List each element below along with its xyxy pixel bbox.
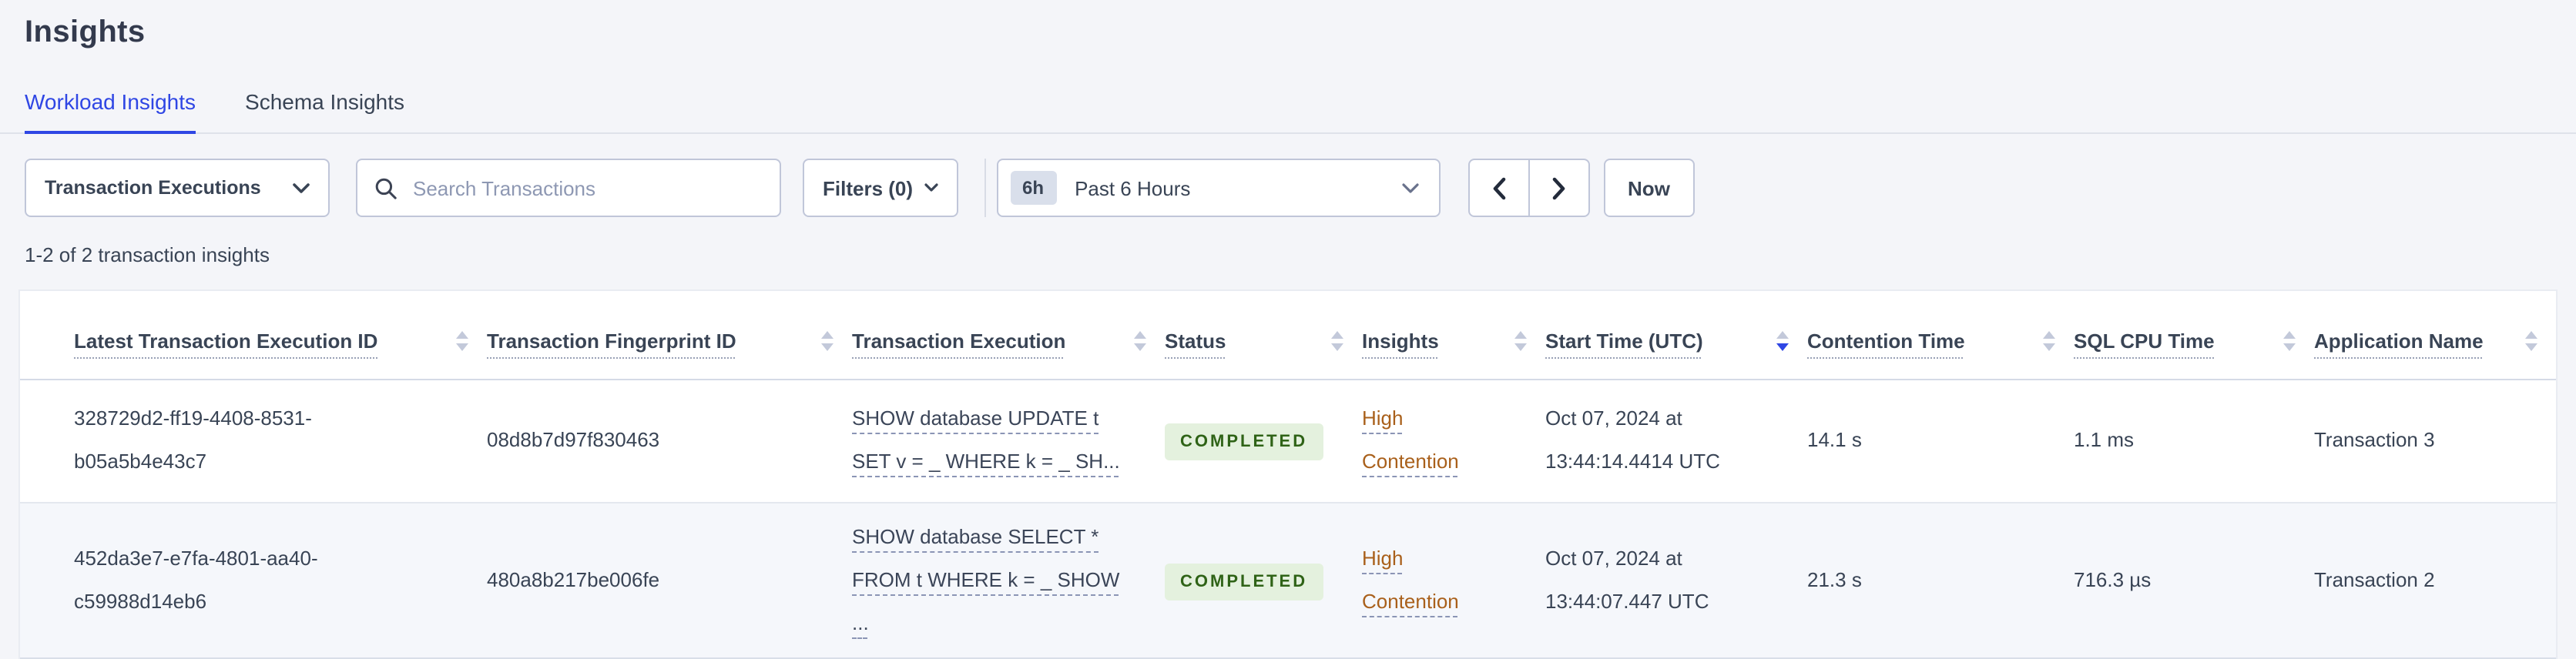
column-header-status[interactable]: Status <box>1165 291 1362 380</box>
application-name-cell: Transaction 3 <box>2314 428 2435 451</box>
latest-execution-id-cell: 328729d2-ff19-4408-8531-b05a5b4e43c7 <box>74 406 312 473</box>
now-button[interactable]: Now <box>1603 159 1695 217</box>
status-cell: COMPLETED <box>1165 502 1362 657</box>
fingerprint-id-cell: 480a8b217be006fe <box>487 567 660 590</box>
fingerprint-id-cell: 08d8b7d97f830463 <box>487 428 660 451</box>
latest-execution-id-cell: 452da3e7-e7fa-4801-aa40-c59988d14eb6 <box>74 546 318 612</box>
sql-cpu-time-cell: 1.1 ms <box>2074 428 2135 451</box>
transaction-execution-cell: SHOW database UPDATE t SET v = _ WHERE k… <box>852 379 1165 502</box>
sort-arrows-icon <box>1134 330 1146 351</box>
transaction-execution-cell: SHOW database SELECT * FROM t WHERE k = … <box>852 502 1165 657</box>
sql-cpu-time-cell: 716.3 µs <box>2074 567 2152 590</box>
status-cell: COMPLETED <box>1165 379 1362 502</box>
toolbar: Transaction Executions Filters (0) <box>25 159 2551 217</box>
transaction-execution-link[interactable]: SHOW database SELECT * FROM t WHERE k = … <box>852 524 1119 634</box>
filters-button[interactable]: Filters (0) <box>803 159 958 217</box>
sort-arrows-icon <box>2283 330 2296 351</box>
time-range-label: Past 6 Hours <box>1075 176 1191 199</box>
transaction-execution-link[interactable]: SHOW database UPDATE t SET v = _ WHERE k… <box>852 406 1120 473</box>
chevron-right-icon <box>1551 176 1566 199</box>
time-range-picker[interactable]: 6h Past 6 Hours <box>996 159 1441 217</box>
previous-time-range-button[interactable] <box>1467 159 1530 217</box>
filters-button-label: Filters (0) <box>823 176 914 199</box>
execution-type-dropdown[interactable]: Transaction Executions <box>25 159 330 217</box>
column-header-sql-cpu-time[interactable]: SQL CPU Time <box>2074 291 2314 380</box>
chevron-down-icon <box>924 183 937 192</box>
column-header-contention-time[interactable]: Contention Time <box>1807 291 2074 380</box>
column-header-start-time[interactable]: Start Time (UTC) <box>1545 291 1807 380</box>
sort-arrows-icon <box>2525 330 2537 351</box>
start-time-cell: Oct 07, 2024 at 13:44:07.447 UTC <box>1545 546 1709 612</box>
status-badge: COMPLETED <box>1165 423 1323 460</box>
table-header-row: Latest Transaction Execution ID Transact… <box>20 291 2556 380</box>
insights-cell: High Contention <box>1362 379 1545 502</box>
insights-cell: High Contention <box>1362 502 1545 657</box>
tab-bar: Workload Insights Schema Insights <box>0 89 2576 134</box>
high-contention-link[interactable]: High Contention <box>1362 546 1459 612</box>
sort-arrows-icon <box>821 330 834 351</box>
table-row: 328729d2-ff19-4408-8531-b05a5b4e43c7 08d… <box>20 379 2556 502</box>
status-badge: COMPLETED <box>1165 563 1323 600</box>
insights-page: Insights Workload Insights Schema Insigh… <box>0 0 2576 659</box>
contention-time-cell: 14.1 s <box>1807 428 1862 451</box>
next-time-range-button[interactable] <box>1528 159 1590 217</box>
time-range-badge: 6h <box>1010 171 1057 205</box>
sort-arrows-icon <box>456 330 468 351</box>
search-box[interactable] <box>356 159 781 217</box>
chevron-left-icon <box>1491 176 1506 199</box>
column-header-transaction-execution[interactable]: Transaction Execution <box>852 291 1165 380</box>
sort-arrows-icon <box>1331 330 1343 351</box>
application-name-cell: Transaction 2 <box>2314 567 2435 590</box>
sort-arrows-icon-active-desc <box>1776 330 1789 351</box>
chevron-down-icon <box>1401 182 1418 193</box>
transaction-insights-table: Latest Transaction Execution ID Transact… <box>20 291 2556 658</box>
search-icon <box>374 176 397 199</box>
chevron-down-icon <box>293 182 310 193</box>
column-header-insights[interactable]: Insights <box>1362 291 1545 380</box>
page-title: Insights <box>25 15 146 49</box>
sort-arrows-icon <box>2043 330 2055 351</box>
tab-schema-insights[interactable]: Schema Insights <box>245 89 404 134</box>
column-header-transaction-fingerprint-id[interactable]: Transaction Fingerprint ID <box>487 291 852 380</box>
high-contention-link[interactable]: High Contention <box>1362 406 1459 473</box>
column-header-application-name[interactable]: Application Name <box>2314 291 2556 380</box>
sort-arrows-icon <box>1514 330 1527 351</box>
table-row: 452da3e7-e7fa-4801-aa40-c59988d14eb6 480… <box>20 502 2556 657</box>
execution-type-dropdown-label: Transaction Executions <box>45 177 261 199</box>
start-time-cell: Oct 07, 2024 at 13:44:14.4414 UTC <box>1545 406 1720 473</box>
time-range-pager <box>1467 159 1590 217</box>
contention-time-cell: 21.3 s <box>1807 567 1862 590</box>
search-input[interactable] <box>410 175 763 201</box>
toolbar-divider <box>984 159 986 217</box>
insights-table-card: Latest Transaction Execution ID Transact… <box>18 289 2558 659</box>
tab-workload-insights[interactable]: Workload Insights <box>25 89 196 134</box>
results-count: 1-2 of 2 transaction insights <box>25 243 270 266</box>
column-header-latest-transaction-execution-id[interactable]: Latest Transaction Execution ID <box>20 291 487 380</box>
